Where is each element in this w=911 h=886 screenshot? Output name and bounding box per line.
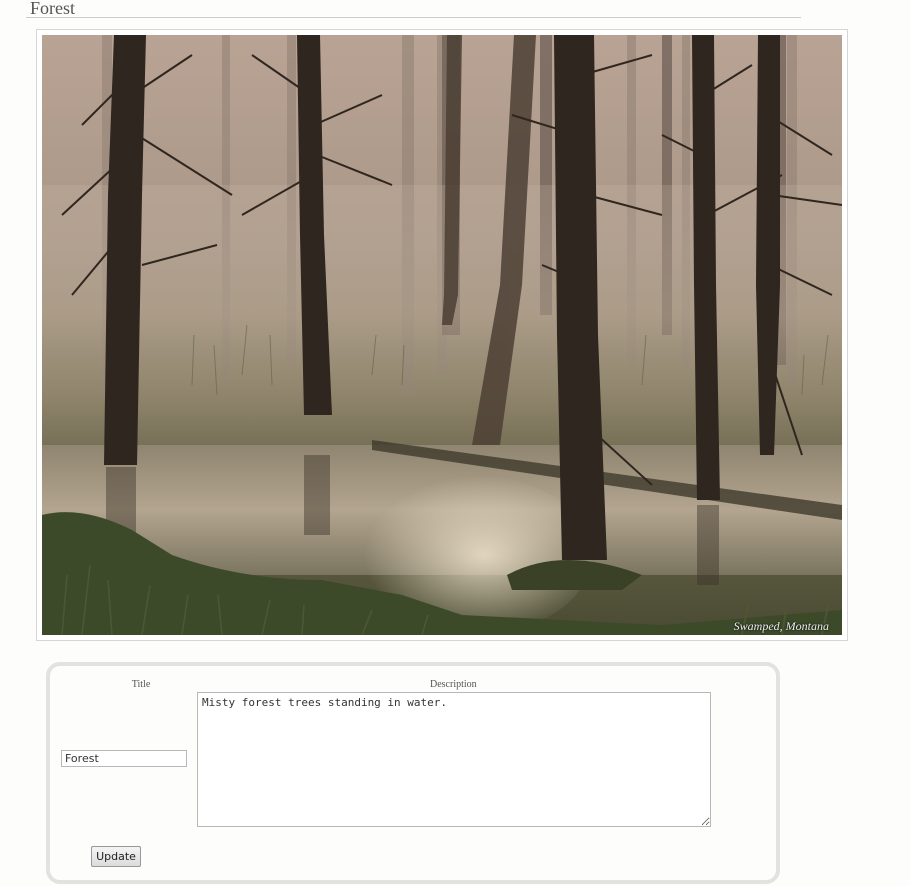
title-label: Title [131, 679, 151, 690]
photo-caption: Swamped, Montana [733, 619, 829, 633]
title-input[interactable] [61, 750, 187, 767]
title-divider [26, 17, 801, 18]
description-label: Description [430, 679, 477, 690]
description-textarea[interactable]: Misty forest trees standing in water. [197, 692, 711, 827]
photo-frame: Swamped, Montana [36, 29, 848, 641]
update-button[interactable]: Update [91, 846, 141, 867]
forest-photo [42, 35, 842, 635]
edit-form-panel: Title Description Misty forest trees sta… [46, 662, 780, 884]
